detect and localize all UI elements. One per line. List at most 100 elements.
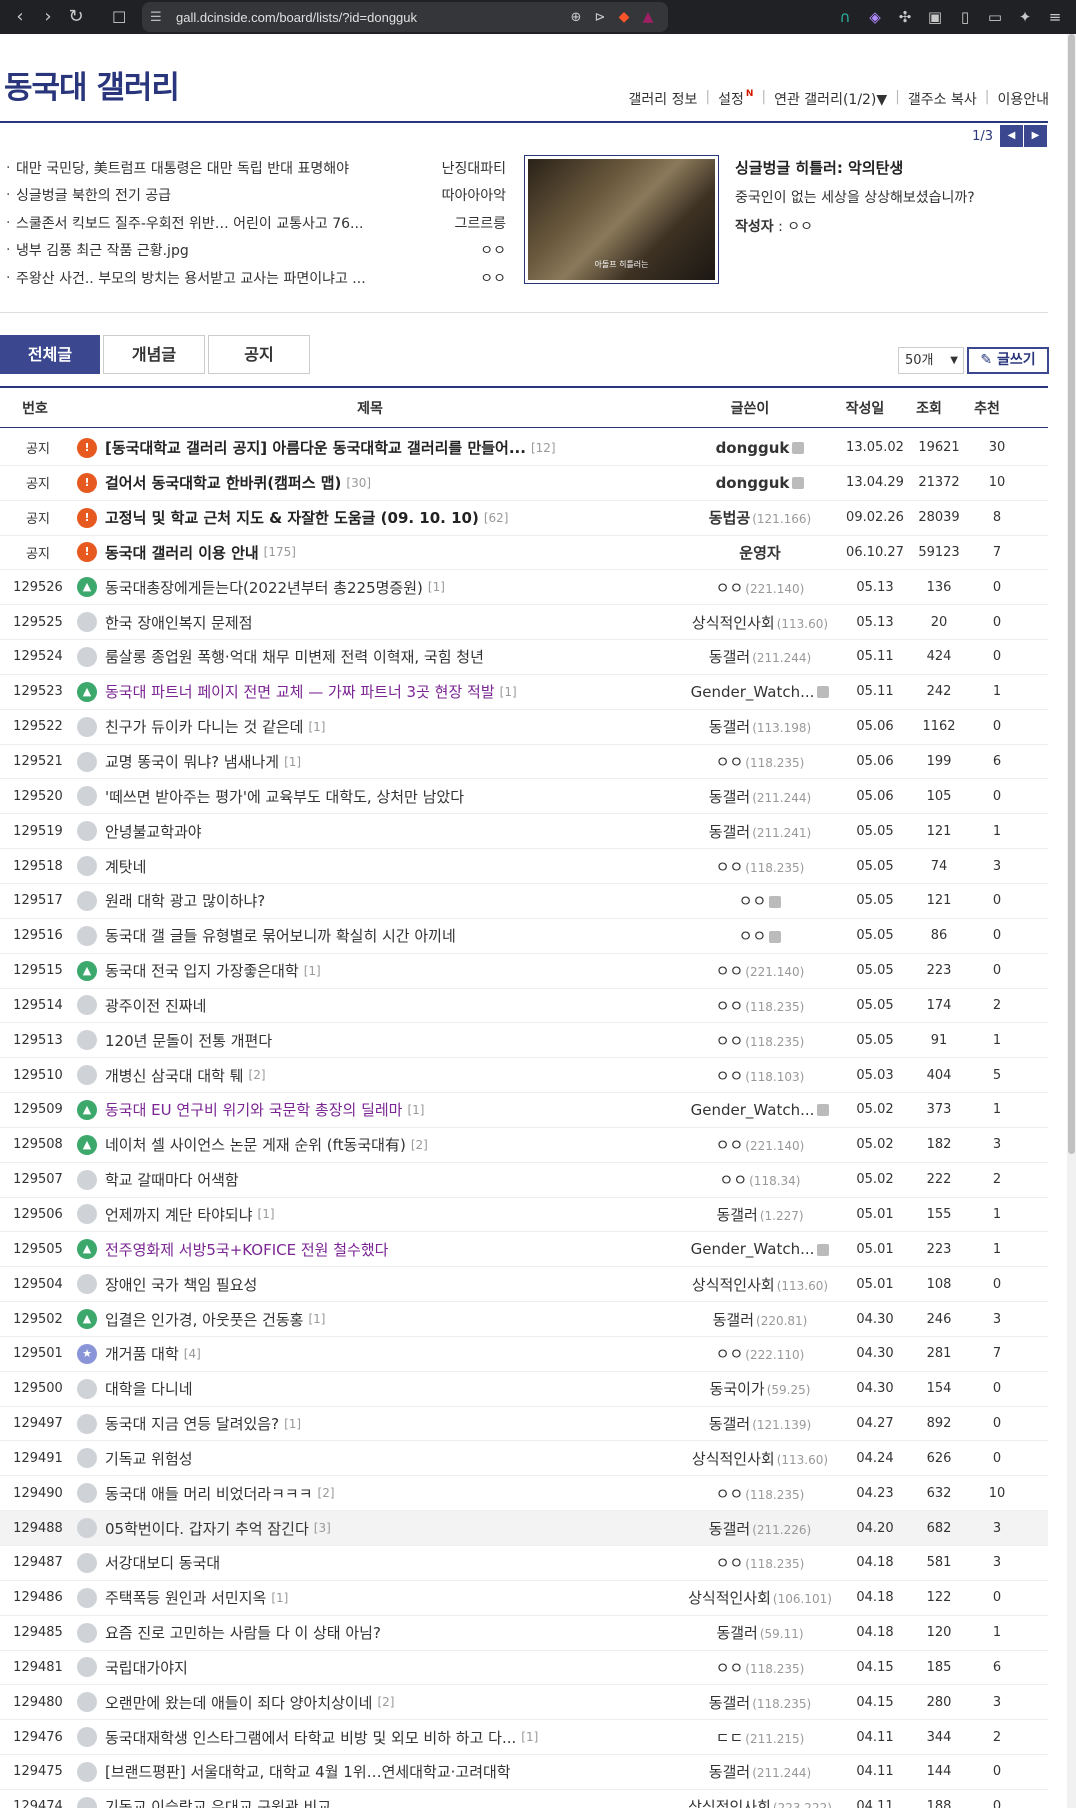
- post-writer[interactable]: dongguk: [680, 474, 840, 492]
- post-title-link[interactable]: 언제까지 계단 타야되냐: [105, 1204, 253, 1225]
- table-row[interactable]: 공지! 고정닉 및 학교 근처 지도 & 자잘한 도움글 (09. 10. 10)…: [0, 501, 1048, 536]
- next-arrow-icon[interactable]: ▶: [1024, 125, 1047, 147]
- post-writer[interactable]: 상식적인사회 (113.60): [680, 1448, 840, 1469]
- prev-arrow-icon[interactable]: ◀: [1000, 125, 1023, 147]
- writer-name[interactable]: Gender_Watch...: [691, 683, 815, 701]
- table-row[interactable]: 129515 ▲ 동국대 전국 입지 가장좋은대학 [1] ㅇㅇ (221.140) 05.…: [0, 954, 1048, 989]
- post-title-cell[interactable]: ▲ 입결은 인가경, 아웃풋은 건동홍 [1]: [76, 1309, 680, 1330]
- post-title-cell[interactable]: 룸살롱 종업원 폭행·억대 채무 미변제 전력 이혁재, 국힘 청년: [76, 646, 680, 667]
- post-title-cell[interactable]: 주택폭등 원인과 서민지옥 [1]: [76, 1587, 680, 1608]
- post-title-link[interactable]: 동국대 파트너 페이지 전면 교체 — 가짜 파트너 3곳 현장 적발: [105, 681, 495, 702]
- post-title-cell[interactable]: ! 동국대 갤러리 이용 안내 [175]: [76, 542, 680, 563]
- reply-count[interactable]: [1]: [500, 685, 517, 699]
- reply-count[interactable]: [1]: [284, 755, 301, 769]
- post-writer[interactable]: 상식적인사회 (113.60): [680, 1274, 840, 1295]
- post-writer[interactable]: 동갤러 (211.244): [680, 1761, 840, 1782]
- writer-name[interactable]: 동갤러: [709, 1694, 750, 1712]
- post-writer[interactable]: 동갤러 (211.244): [680, 646, 840, 667]
- back-icon[interactable]: ‹: [6, 0, 34, 34]
- table-row[interactable]: 129508 ▲ 네이처 셀 사이언스 논문 게재 순위 (ft동국대有) [2] ㅇㅇ…: [0, 1128, 1048, 1163]
- post-title-cell[interactable]: 광주이전 진짜네: [76, 995, 680, 1016]
- post-writer[interactable]: 상식적인사회 (106.101): [680, 1587, 840, 1608]
- post-writer[interactable]: ㅇㅇ (118.235): [680, 1483, 840, 1504]
- writer-name[interactable]: ㅇㅇ: [739, 927, 767, 945]
- extensions-puzzle-icon[interactable]: ✣: [890, 8, 920, 26]
- post-title-link[interactable]: [브랜드평판] 서울대학교, 대학교 4월 1위…연세대학교·고려대학: [105, 1761, 511, 1782]
- table-row[interactable]: 129476 동국대재학생 인스타그램에서 타학교 비방 및 외모 비하 하고 다…: [0, 1720, 1048, 1756]
- writer-name[interactable]: ㅇㅇ: [716, 1032, 744, 1050]
- writer-name[interactable]: ㅇㅇ: [716, 962, 744, 980]
- writer-name[interactable]: 동갤러: [709, 1415, 750, 1433]
- reply-count[interactable]: [2]: [377, 1695, 394, 1709]
- post-title-cell[interactable]: ▲ 동국대 EU 연구비 위기와 국문학 총장의 딜레마 [1]: [76, 1099, 680, 1120]
- post-title-cell[interactable]: ! [동국대학교 갤러리 공지] 아름다운 동국대학교 갤러리를 만들어... [1…: [76, 437, 680, 458]
- post-title-cell[interactable]: 05학번이다. 갑자기 추억 잠긴다 [3]: [76, 1518, 680, 1539]
- reply-count[interactable]: [1]: [308, 720, 325, 734]
- post-writer[interactable]: 동갤러 (211.226): [680, 1518, 840, 1539]
- post-title-cell[interactable]: ▲ 동국대 전국 입지 가장좋은대학 [1]: [76, 960, 680, 981]
- concept-list-item[interactable]: · 주왕산 사건.. 부모의 방치는 용서받고 교사는 파면이냐고 ... ㅇㅇ: [6, 264, 506, 292]
- scrollbar-thumb[interactable]: [1068, 34, 1075, 1154]
- writer-name[interactable]: 동갤러: [709, 1520, 750, 1538]
- post-writer[interactable]: 상식적인사회 (113.60): [680, 612, 840, 633]
- reply-count[interactable]: [30]: [346, 476, 371, 490]
- table-row[interactable]: 129500 대학을 다니네 동국이가 (59.25) 04.30 154 0: [0, 1372, 1048, 1407]
- writer-name[interactable]: ㅇㅇ: [716, 997, 744, 1015]
- reply-count[interactable]: [2]: [318, 1486, 335, 1500]
- post-title-cell[interactable]: 언제까지 계단 타야되냐 [1]: [76, 1204, 680, 1225]
- writer-name[interactable]: 동법공: [709, 509, 750, 527]
- concept-thumbnail-image[interactable]: 아돌프 히틀러는: [528, 159, 715, 280]
- post-title-link[interactable]: 안녕불교학과야: [105, 821, 202, 842]
- post-title-link[interactable]: 장애인 국가 책임 필요성: [105, 1274, 257, 1295]
- reply-count[interactable]: [1]: [271, 1591, 288, 1605]
- writer-name[interactable]: 동갤러: [709, 788, 750, 806]
- post-title-cell[interactable]: 친구가 듀이카 다니는 것 같은데 [1]: [76, 716, 680, 737]
- table-row[interactable]: 129516 동국대 갤 글들 유형별로 묶어보니까 확실히 시간 아끼네 ㅇㅇ 05…: [0, 919, 1048, 954]
- post-writer[interactable]: 동갤러 (220.81): [680, 1309, 840, 1330]
- table-row[interactable]: 129519 안녕불교학과야 동갤러 (211.241) 05.05 121 1: [0, 814, 1048, 850]
- post-writer[interactable]: ㅇㅇ: [680, 890, 840, 911]
- table-row[interactable]: 129506 언제까지 계단 타야되냐 [1] 동갤러 (1.227) 05.01 155 1: [0, 1198, 1048, 1233]
- reply-count[interactable]: [1]: [308, 1312, 325, 1326]
- post-title-link[interactable]: 전주영화제 서방5국+KOFICE 전원 철수했다: [105, 1239, 388, 1260]
- extension-m-icon[interactable]: ∩: [830, 8, 860, 26]
- table-row[interactable]: 129490 동국대 애들 머리 비었더라ㅋㅋㅋ [2] ㅇㅇ (118.235) 04.…: [0, 1476, 1048, 1512]
- table-row[interactable]: 129524 룸살롱 종업원 폭행·억대 채무 미변제 전력 이혁재, 국힘 청년…: [0, 640, 1048, 675]
- writer-name[interactable]: 동국이가: [710, 1380, 765, 1398]
- writer-name[interactable]: ㅇㅇ: [716, 1554, 744, 1572]
- writer-name[interactable]: 동갤러: [716, 1206, 757, 1224]
- menu-gallery-info[interactable]: 갤러리 정보: [628, 89, 697, 109]
- post-title-link[interactable]: 동국대 EU 연구비 위기와 국문학 총장의 딜레마: [105, 1099, 402, 1120]
- page-scrollbar[interactable]: [1067, 34, 1076, 1808]
- post-title-cell[interactable]: 개병신 삼국대 대학 퉤 [2]: [76, 1065, 680, 1086]
- menu-copy-address[interactable]: 갤주소 복사: [908, 89, 977, 109]
- brave-shields-icon[interactable]: ◆: [612, 9, 636, 25]
- post-writer[interactable]: 동갤러 (121.139): [680, 1413, 840, 1434]
- reader-icon[interactable]: ▣: [920, 8, 950, 26]
- writer-name[interactable]: ㅇㅇ: [739, 892, 767, 910]
- post-title-link[interactable]: 기독교 위험성: [105, 1448, 193, 1469]
- post-writer[interactable]: 동갤러 (118.235): [680, 1692, 840, 1713]
- post-title-cell[interactable]: 장애인 국가 책임 필요성: [76, 1274, 680, 1295]
- writer-name[interactable]: 상식적인사회: [692, 1450, 775, 1468]
- concept-list-item[interactable]: · 싱글벙글 북한의 전기 공급 따아아아악: [6, 182, 506, 210]
- menu-usage-guide[interactable]: 이용안내: [997, 89, 1049, 109]
- writer-name[interactable]: Gender_Watch...: [691, 1240, 815, 1258]
- table-row[interactable]: 129491 기독교 위험성 상식적인사회 (113.60) 04.24 626 0: [0, 1441, 1048, 1477]
- post-writer[interactable]: ㅇㅇ (118.235): [680, 1552, 840, 1573]
- writer-name[interactable]: 동갤러: [709, 648, 750, 666]
- post-writer[interactable]: 동갤러 (211.241): [680, 821, 840, 842]
- concept-item-title[interactable]: 스쿨존서 킥보드 질주-우회전 위반… 어린이 교통사고 76...: [16, 213, 391, 233]
- writer-name[interactable]: ㅇㅇ: [716, 858, 744, 876]
- post-writer[interactable]: ㅇㅇ (118.235): [680, 751, 840, 772]
- post-title-link[interactable]: 계탓네: [105, 856, 146, 877]
- post-title-link[interactable]: 동국대 전국 입지 가장좋은대학: [105, 960, 299, 981]
- post-title-link[interactable]: 대학을 다니네: [105, 1378, 193, 1399]
- reply-count[interactable]: [1]: [304, 964, 321, 978]
- concept-item-title[interactable]: 냉부 김풍 최근 작품 근황.jpg: [16, 240, 391, 260]
- reply-count[interactable]: [1]: [258, 1207, 275, 1221]
- tab-concept-posts[interactable]: 개념글: [103, 335, 205, 374]
- post-title-link[interactable]: 요즘 진로 고민하는 사람들 다 이 상태 아님?: [105, 1622, 381, 1643]
- reply-count[interactable]: [4]: [184, 1347, 201, 1361]
- post-writer[interactable]: ㅇㅇ (221.140): [680, 960, 840, 981]
